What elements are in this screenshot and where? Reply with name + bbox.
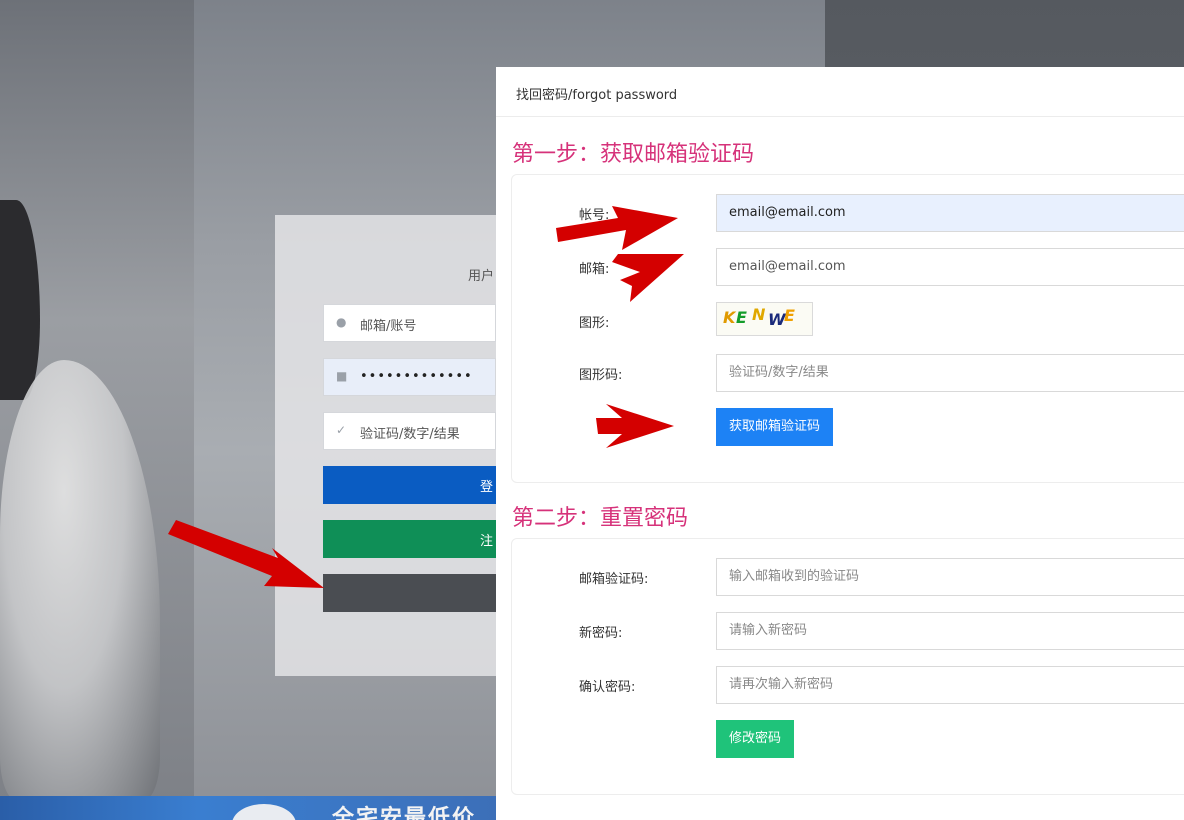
captcha-char: E [784, 306, 795, 325]
password-mask: ••••••••••••• [360, 369, 473, 384]
ad-banner-text: 全宅安最低价 [332, 806, 477, 820]
forgot-password-button[interactable]: 找回 [323, 574, 529, 622]
step2-panel: 邮箱验证码: 输入邮箱收到的验证码 新密码: 请输入新密码 确认密码: 请再次输… [511, 538, 1184, 795]
captcha-image-label: 图形: [579, 316, 610, 331]
step2-title: 第二步：重置密码 [512, 506, 689, 531]
email-label: 邮箱: [579, 262, 610, 277]
captcha-char: W [768, 310, 786, 329]
red-arrow-icon [612, 254, 684, 302]
register-button-label: 注 [480, 534, 494, 549]
red-arrow-icon [168, 520, 324, 588]
lock-icon: ■ [336, 369, 348, 383]
password-input[interactable]: ■ ••••••••••••• [323, 358, 496, 396]
captcha-code-label: 图形码: [579, 368, 623, 383]
email-code-label: 邮箱验证码: [579, 572, 649, 587]
captcha-image[interactable]: K E N W E [716, 302, 813, 336]
red-arrow-icon [556, 206, 678, 250]
confirm-password-label: 确认密码: [579, 680, 636, 695]
captcha-code-input[interactable]: 验证码/数字/结果 [716, 354, 1184, 392]
login-button[interactable]: 登 [323, 466, 496, 504]
red-arrow-icon [596, 404, 674, 448]
check-icon: ✓ [336, 423, 347, 437]
username-placeholder: 邮箱/账号 [360, 319, 417, 334]
login-captcha-input[interactable]: ✓ 验证码/数字/结果 [323, 412, 496, 450]
captcha-char: E [736, 308, 747, 327]
captcha-char: N [752, 305, 766, 324]
login-button-label: 登 [480, 480, 494, 495]
captcha-char: K [723, 308, 736, 327]
new-password-label: 新密码: [579, 626, 623, 641]
modal-title: 找回密码/forgot password [496, 67, 1184, 117]
email-input[interactable]: email@email.com [716, 248, 1184, 286]
confirm-password-input[interactable]: 请再次输入新密码 [716, 666, 1184, 704]
username-input[interactable]: ● 邮箱/账号 [323, 304, 496, 342]
new-password-input[interactable]: 请输入新密码 [716, 612, 1184, 650]
user-icon: ● [336, 315, 347, 329]
email-code-input[interactable]: 输入邮箱收到的验证码 [716, 558, 1184, 596]
login-captcha-placeholder: 验证码/数字/结果 [360, 427, 460, 442]
login-title: 用户 [468, 269, 495, 284]
register-button[interactable]: 注 [323, 520, 496, 558]
change-password-button[interactable]: 修改密码 [716, 720, 795, 758]
step1-title: 第一步：获取邮箱验证码 [512, 142, 755, 167]
get-email-code-button[interactable]: 获取邮箱验证码 [716, 408, 834, 446]
login-panel: 用户 ● 邮箱/账号 ■ ••••••••••••• ✓ 验证码/数字/结果 登… [275, 215, 529, 676]
account-input[interactable]: email@email.com [716, 194, 1184, 232]
